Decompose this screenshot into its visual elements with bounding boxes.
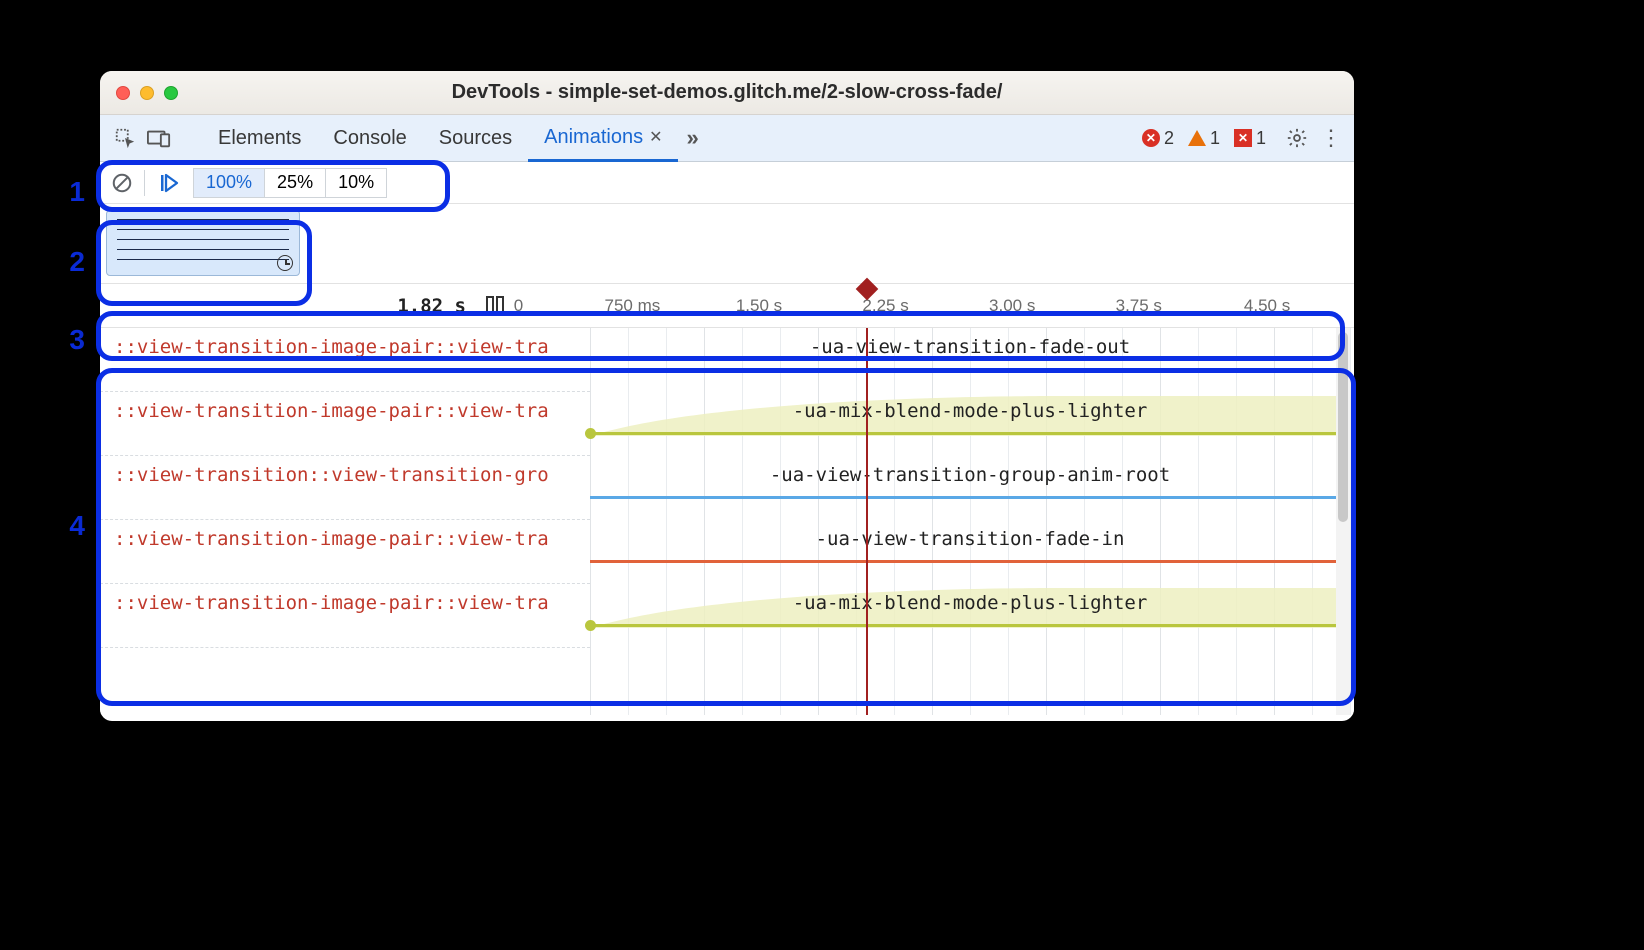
console-errors[interactable]: ✕ 2	[1142, 128, 1174, 149]
warning-icon	[1188, 130, 1206, 146]
tick-3_75: 3.75 s	[1116, 296, 1162, 316]
play-resume-icon[interactable]	[149, 173, 189, 193]
annotation-3: 3	[55, 324, 85, 356]
devtools-tabstrip: Elements Console Sources Animations ✕ » …	[100, 115, 1354, 162]
tick-2_25: 2.25 s	[862, 296, 908, 316]
vertical-scrollbar[interactable]	[1336, 328, 1350, 715]
animation-name-label: -ua-view-transition-fade-in	[590, 528, 1350, 550]
issue-count: 1	[1256, 128, 1266, 149]
selector-text[interactable]: ::view-transition-image-pair::view-tra	[114, 336, 580, 358]
tick-0: 0	[514, 296, 523, 316]
issue-icon: ✕	[1234, 129, 1252, 147]
annotation-1: 1	[55, 176, 85, 208]
error-count: 2	[1164, 128, 1174, 149]
animation-name-label: -ua-mix-blend-mode-plus-lighter	[590, 592, 1350, 614]
device-toolbar-icon[interactable]	[142, 121, 176, 155]
warning-count: 1	[1210, 128, 1220, 149]
track-line[interactable]	[590, 624, 1350, 627]
inspect-icon[interactable]	[108, 121, 142, 155]
kebab-menu-icon[interactable]: ⋮	[1314, 121, 1348, 155]
selector-text[interactable]: ::view-transition::view-transition-gro	[114, 464, 580, 486]
devtools-window: DevTools - simple-set-demos.glitch.me/2-…	[100, 71, 1354, 721]
animation-track[interactable]: -ua-mix-blend-mode-plus-lighter	[590, 392, 1350, 456]
tab-animations[interactable]: Animations ✕	[528, 116, 678, 162]
track-line[interactable]	[590, 368, 1350, 371]
track-line[interactable]	[590, 432, 1350, 435]
keyframe-dot[interactable]	[585, 428, 596, 439]
selector-text[interactable]: ::view-transition-image-pair::view-tra	[114, 400, 580, 422]
animation-track[interactable]: -ua-view-transition-fade-out	[590, 328, 1350, 392]
tab-sources[interactable]: Sources	[423, 115, 528, 161]
clock-icon	[277, 255, 293, 271]
tick-3_0: 3.00 s	[989, 296, 1035, 316]
track-line[interactable]	[590, 560, 1350, 563]
close-icon[interactable]: ✕	[649, 127, 662, 147]
more-tabs-icon[interactable]: »	[678, 125, 706, 151]
annotation-2: 2	[55, 246, 85, 278]
settings-icon[interactable]	[1280, 121, 1314, 155]
track-line[interactable]	[590, 496, 1350, 499]
playback-speed-group: 100% 25% 10%	[193, 168, 387, 198]
selector-column: ::view-transition-image-pair::view-tra :…	[100, 328, 590, 715]
timeline-ticks: 0 750 ms 1.50 s 2.25 s 3.00 s 3.75 s 4.5…	[510, 284, 1354, 327]
divider	[144, 170, 145, 196]
timeline-column[interactable]: -ua-view-transition-fade-out -ua-mix-blen…	[590, 328, 1350, 715]
animations-toolbar: 100% 25% 10%	[100, 162, 1354, 204]
annotation-4: 4	[55, 510, 85, 542]
tab-console[interactable]: Console	[317, 115, 422, 161]
animation-buffer-row	[100, 204, 1354, 284]
speed-25-button[interactable]: 25%	[265, 168, 326, 198]
speed-10-button[interactable]: 10%	[326, 168, 387, 198]
animation-group-thumbnail[interactable]	[106, 210, 300, 276]
clear-icon[interactable]	[104, 172, 140, 194]
tab-elements[interactable]: Elements	[202, 115, 317, 161]
animation-name-label: -ua-mix-blend-mode-plus-lighter	[590, 400, 1350, 422]
animation-name-label: -ua-view-transition-fade-out	[590, 336, 1350, 358]
tick-750: 750 ms	[605, 296, 661, 316]
window-title: DevTools - simple-set-demos.glitch.me/2-…	[100, 81, 1354, 104]
animation-name-label: -ua-view-transition-group-anim-root	[590, 464, 1350, 486]
animation-track[interactable]: -ua-view-transition-group-anim-root	[590, 456, 1350, 520]
tab-animations-label: Animations	[544, 126, 643, 149]
error-icon: ✕	[1142, 129, 1160, 147]
animation-track[interactable]: -ua-view-transition-fade-in	[590, 520, 1350, 584]
titlebar: DevTools - simple-set-demos.glitch.me/2-…	[100, 71, 1354, 115]
animation-track[interactable]: -ua-mix-blend-mode-plus-lighter	[590, 584, 1350, 648]
console-issues[interactable]: ✕ 1	[1234, 128, 1266, 149]
keyframe-dot[interactable]	[585, 620, 596, 631]
pause-icon[interactable]	[480, 296, 510, 316]
speed-100-button[interactable]: 100%	[193, 168, 265, 198]
console-warnings[interactable]: 1	[1188, 128, 1220, 149]
playhead[interactable]	[866, 328, 868, 715]
selector-text[interactable]: ::view-transition-image-pair::view-tra	[114, 528, 580, 550]
timeline-ruler[interactable]: 1.82 s 0 750 ms 1.50 s 2.25 s 3.00 s 3.7…	[100, 284, 1354, 328]
tick-1_5: 1.50 s	[736, 296, 782, 316]
animation-details: ::view-transition-image-pair::view-tra :…	[100, 328, 1354, 715]
selector-text[interactable]: ::view-transition-image-pair::view-tra	[114, 592, 580, 614]
tick-4_5: 4.50 s	[1244, 296, 1290, 316]
current-time-label: 1.82 s	[100, 295, 480, 317]
